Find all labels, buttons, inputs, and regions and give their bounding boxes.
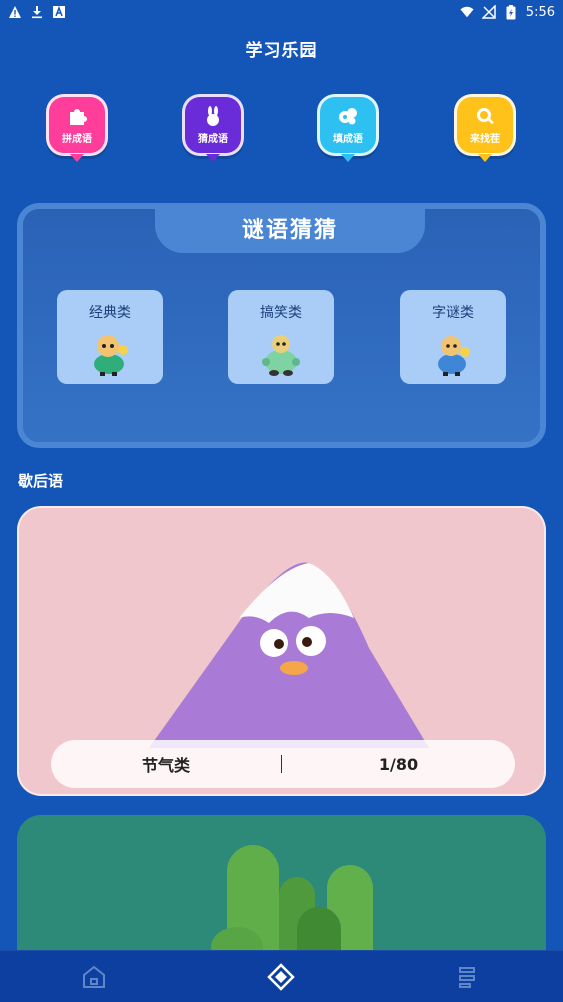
signal-off-icon (481, 5, 496, 19)
xiehouyu-card[interactable]: 节气类 1/80 (17, 506, 546, 796)
riddle-panel-header: 谜语猜猜 (155, 203, 425, 253)
quick-action-label: 猜成语 (198, 134, 228, 145)
puzzle-icon (66, 105, 88, 127)
pin-chengyu-button[interactable]: 拼成语 (46, 94, 108, 162)
quick-action-label: 填成语 (333, 134, 363, 145)
category-label: 搞笑类 (260, 305, 302, 321)
section-title: 歇后语 (18, 472, 64, 490)
cai-chengyu-button[interactable]: 猜成语 (182, 94, 244, 162)
mascot-image (94, 335, 128, 376)
card-progress: 1/80 (378, 754, 419, 774)
card-info-bar: 节气类 1/80 (51, 740, 515, 788)
category-card-funny[interactable]: 搞笑类 (228, 290, 334, 384)
category-card-classic[interactable]: 经典类 (57, 290, 163, 384)
card-category: 节气类 (141, 756, 190, 775)
app-a-icon (52, 5, 66, 19)
quick-action-label: 拼成语 (62, 134, 92, 145)
category-card-character[interactable]: 字谜类 (400, 290, 506, 384)
home-icon[interactable] (80, 963, 108, 991)
status-left (8, 5, 66, 19)
category-label: 字谜类 (432, 305, 474, 321)
bubbles-icon (337, 105, 359, 127)
bottom-nav (0, 950, 563, 1002)
search-icon (474, 105, 496, 127)
alert-icon (8, 5, 22, 19)
status-time: 5:56 (525, 4, 555, 20)
battery-icon (504, 4, 518, 19)
status-right: 5:56 (460, 4, 555, 20)
status-bar: 5:56 (0, 0, 563, 24)
tian-chengyu-button[interactable]: 填成语 (317, 94, 379, 162)
riddle-panel: 谜语猜猜 经典类 搞笑类 字谜类 (17, 203, 546, 448)
mascot-image (262, 335, 300, 376)
mascot-image (438, 336, 470, 376)
rabbit-icon (202, 105, 224, 127)
wifi-icon (460, 5, 474, 19)
category-label: 经典类 (89, 305, 131, 321)
quick-actions: 拼成语 猜成语 填成语 来找茬 (0, 94, 563, 174)
riddle-title: 谜语猜猜 (241, 218, 338, 243)
mountain-mascot-image (149, 562, 429, 748)
diamond-nav-icon[interactable] (267, 963, 295, 991)
page-title: 学习乐园 (245, 41, 318, 61)
download-icon (30, 5, 44, 19)
lai-zhaocha-button[interactable]: 来找茬 (454, 94, 516, 162)
quick-action-label: 来找茬 (470, 134, 500, 145)
profile-nav-icon[interactable] (456, 963, 484, 991)
